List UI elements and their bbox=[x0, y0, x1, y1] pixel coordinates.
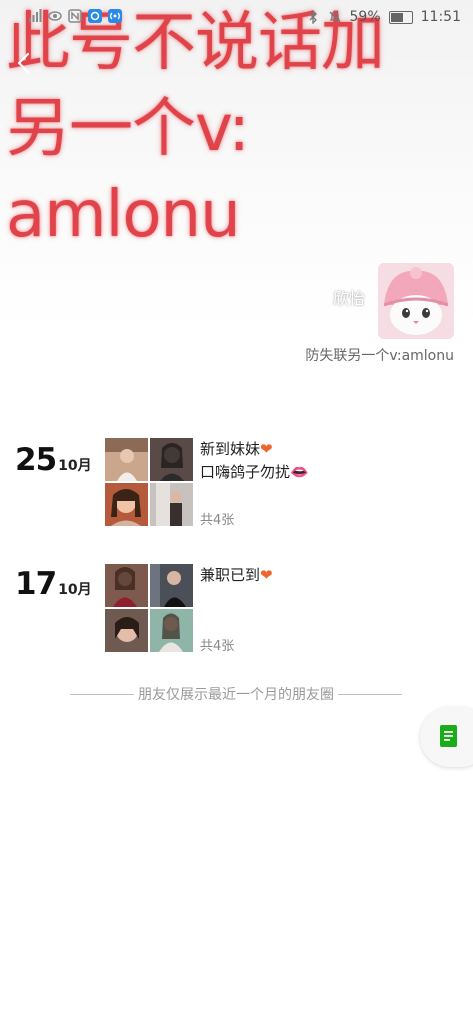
mute-icon bbox=[329, 11, 340, 23]
cover-line-2: 另一个v: bbox=[6, 92, 250, 166]
cover-overlay-text: 此号不说话加 另一个v: amlonu bbox=[6, 0, 385, 258]
back-icon[interactable] bbox=[12, 50, 38, 76]
recent-month-notice: 朋友仅展示最近一个月的朋友圈 bbox=[70, 684, 402, 704]
post-date: 25 10月 bbox=[15, 442, 92, 478]
status-left-icons bbox=[28, 9, 122, 23]
status-bar: 59% 11:51 bbox=[0, 0, 473, 34]
recent-month-notice-text: 朋友仅展示最近一个月的朋友圈 bbox=[138, 687, 334, 703]
photo-thumbnail[interactable] bbox=[150, 609, 193, 652]
photo-thumbnail[interactable] bbox=[105, 609, 148, 652]
nfc-icon bbox=[68, 9, 82, 23]
avatar-cat-image bbox=[378, 263, 454, 339]
hotspot-icon bbox=[108, 9, 122, 23]
heart-icon: ❤ bbox=[260, 566, 273, 584]
photo-thumbnail[interactable] bbox=[105, 438, 148, 481]
profile-name[interactable]: 欣怡 bbox=[333, 285, 365, 309]
avatar[interactable] bbox=[378, 263, 454, 339]
post-text-line1: 兼职已到 bbox=[200, 566, 261, 584]
lips-icon: 👄 bbox=[290, 463, 309, 481]
post-text: 新到妹妹❤ 口嗨鸽子勿扰👄 bbox=[200, 438, 309, 484]
heart-icon: ❤ bbox=[260, 440, 273, 458]
status-right-icons: 59% 11:51 bbox=[306, 9, 461, 25]
cover-line-3: amlonu bbox=[6, 178, 241, 252]
photo-thumbnail[interactable] bbox=[150, 483, 193, 526]
photo-grid[interactable] bbox=[105, 438, 193, 526]
bluetooth-icon bbox=[309, 10, 317, 24]
floating-document-button[interactable] bbox=[420, 707, 473, 767]
post-month: 10月 bbox=[58, 582, 92, 598]
photo-thumbnail[interactable] bbox=[150, 564, 193, 607]
battery-icon bbox=[388, 10, 413, 24]
photo-count: 共4张 bbox=[200, 639, 235, 654]
post-text-line2: 口嗨鸽子勿扰 bbox=[200, 463, 291, 481]
post-text-line1: 新到妹妹 bbox=[200, 440, 261, 458]
clock: 11:51 bbox=[420, 9, 461, 25]
photo-thumbnail[interactable] bbox=[150, 438, 193, 481]
divider bbox=[70, 693, 134, 695]
document-icon bbox=[440, 725, 457, 747]
profile-signature: 防失联另一个v:amlonu bbox=[305, 348, 454, 364]
photo-count: 共4张 bbox=[200, 513, 235, 528]
photo-thumbnail[interactable] bbox=[105, 564, 148, 607]
post-text: 兼职已到❤ bbox=[200, 564, 273, 587]
battery-percent: 59% bbox=[349, 9, 381, 25]
post-day: 17 bbox=[15, 566, 57, 602]
photo-grid[interactable] bbox=[105, 564, 193, 652]
photo-thumbnail[interactable] bbox=[105, 483, 148, 526]
post-month: 10月 bbox=[58, 458, 92, 474]
app-notification-icon bbox=[88, 9, 102, 23]
post-date: 17 10月 bbox=[15, 566, 92, 602]
signal-icon bbox=[29, 9, 42, 22]
post-day: 25 bbox=[15, 442, 57, 478]
divider bbox=[338, 693, 402, 695]
eye-icon bbox=[48, 11, 62, 21]
